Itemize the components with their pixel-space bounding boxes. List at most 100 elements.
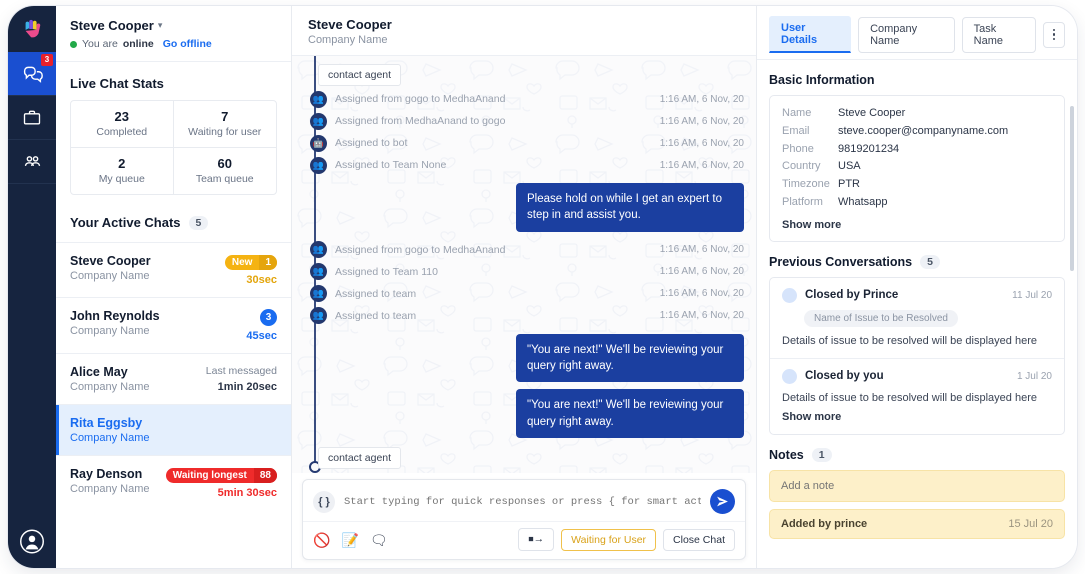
sidebar-item-chats[interactable]: 3 [8,52,56,96]
curly-braces-icon[interactable]: { } [313,490,335,513]
message-bubble: "You are next!" We'll be reviewing your … [516,389,744,438]
tab-company-name[interactable]: Company Name [858,16,955,53]
chat-time: 5min 30sec [217,487,277,499]
event-text: Assigned to team [335,287,417,300]
field-value: Steve Cooper [838,107,906,119]
close-chat-button[interactable]: Close Chat [663,528,735,551]
no-entry-icon[interactable]: 🚫 [313,533,330,547]
add-note-input[interactable] [769,469,1065,502]
event-text: Assigned to Team None [335,159,447,171]
avatar [782,287,797,303]
message-row: "You are next!" We'll be reviewing your … [304,333,744,383]
status-badge: Waiting longest 88 [165,468,277,483]
chat-time: 30sec [246,274,277,286]
page-title: Steve Cooper [308,17,392,32]
stat-value: 23 [114,109,129,124]
conversation-header: Closed by you 1 Jul 20 [782,368,1052,384]
event-text: Assigned to team [335,309,417,322]
agent-profile[interactable]: Steve Cooper ▾ You are online Go offline [56,6,291,62]
chevron-down-icon[interactable]: ▾ [158,20,163,31]
stat-team-queue: 60 Team queue [174,148,277,194]
list-item[interactable]: Ray Denson Company Name Waiting longest … [56,455,291,510]
assign-people-icon: 👥 [310,285,327,303]
go-offline-link[interactable]: Go offline [163,38,212,50]
previous-show-more-link[interactable]: Show more [782,411,1052,423]
speech-bubble-icon[interactable]: 🗨 [370,533,388,547]
details-panel: User Details Company Name Task Name Basi… [757,6,1077,568]
list-item[interactable]: Closed by you 1 Jul 20 Details of issue … [770,359,1064,434]
transcript[interactable]: contact agent 👥 Assigned from gogo to Me… [292,56,756,473]
sidebar-item-cases[interactable] [8,96,56,140]
event-time: 1:16 AM, 6 Nov, 20 [659,159,744,171]
tab-task-name[interactable]: Task Name [961,16,1036,53]
chat-name: Alice May [70,365,128,379]
chat-name: Rita Eggsby [70,416,143,430]
chat-meta: Alice May Company Name [70,365,149,393]
chat-company: Company Name [70,432,150,444]
chat-company: Company Name [70,270,150,282]
chat-status: Waiting longest 88 5min 30sec [165,467,277,499]
agent-name-row[interactable]: Steve Cooper ▾ [70,18,277,33]
conversation-company: Company Name [308,34,388,46]
list-item[interactable]: John Reynolds Company Name 3 45sec [56,297,291,353]
transfer-chat-button[interactable]: ⏹→ [518,528,555,551]
assign-people-icon: 👥 [310,112,327,130]
more-vertical-icon[interactable] [1042,21,1065,48]
details-scrollbar[interactable] [1070,106,1074,271]
message-bubble: Please hold on while I get an expert to … [516,183,744,232]
waiting-for-user-button[interactable]: Waiting for User [561,528,657,551]
status-badge: New 1 [224,255,277,270]
app-logo[interactable] [8,6,56,52]
list-item-selected[interactable]: Rita Eggsby Company Name [56,404,291,455]
notepad-icon[interactable]: 📝 [341,533,358,547]
send-button[interactable] [710,489,735,514]
chats-badge: 3 [41,54,53,66]
field-value: steve.cooper@companyname.com [838,124,1009,137]
stat-label: My queue [98,173,145,185]
live-chat-stats: 23 Completed 7 Waiting for user 2 My que… [70,100,277,195]
list-item[interactable]: Steve Cooper Company Name New 1 30sec [56,242,291,297]
section-title: Basic Information [769,73,875,87]
badge-label: New [231,257,253,268]
conversation-title: Closed by you [805,370,884,383]
chat-meta: Steve Cooper Company Name [70,254,151,282]
note-item: Added by prince 15 Jul 20 [769,508,1065,539]
status-badge: online [122,38,154,50]
event-time: 1:16 AM, 6 Nov, 20 [659,93,744,105]
chat-list[interactable]: Steve Cooper Company Name New 1 30sec Jo… [56,242,291,568]
stat-value: 60 [217,156,232,171]
basic-show-more-link[interactable]: Show more [782,219,1052,231]
composer-toolbar: 🚫 📝 🗨 ⏹→ Waiting for User Close Chat [303,521,745,559]
chat-meta: John Reynolds Company Name [70,309,160,337]
event-text: Assigned to bot [335,137,408,149]
sidebar-item-contacts[interactable] [8,140,56,184]
last-messaged-label: Last messaged [205,365,277,377]
conversation-description: Details of issue to be resolved will be … [782,334,1037,347]
tab-user-details[interactable]: User Details [769,16,852,53]
assign-people-icon: 👥 [310,241,327,259]
list-item[interactable]: Alice May Company Name Last messaged 1mi… [56,353,291,404]
message-input[interactable] [344,495,701,508]
badge-label: Waiting longest [172,470,247,481]
field-value: USA [838,160,861,173]
event-time: 1:16 AM, 6 Nov, 20 [659,244,744,256]
chat-name: Ray Denson [70,467,143,481]
assign-people-icon: 👥 [310,156,327,174]
chat-status: Last messaged 1min 20sec [206,365,277,393]
details-tabs: User Details Company Name Task Name [757,6,1077,53]
active-chats-title: Your Active Chats [70,215,181,230]
status-prefix: You are [82,38,118,50]
briefcase-icon [23,110,41,124]
event-row: 👥 Assigned to team 1:16 AM, 6 Nov, 20 [304,305,744,327]
bot-icon: 🤖 [310,134,327,152]
list-item[interactable]: Closed by Prince 11 Jul 20 Name of Issue… [770,278,1064,359]
field-label: Phone [782,142,814,155]
tag-contact-agent-top[interactable]: contact agent [318,64,402,86]
field-label: Platform [782,196,823,209]
avatar[interactable] [19,528,46,558]
stat-waiting-for-user: 7 Waiting for user [173,101,276,148]
avatar [782,368,797,384]
field-row: Name Steve Cooper [782,105,1052,123]
tag-contact-agent-bottom[interactable]: contact agent [318,446,402,469]
unread-count-badge: 3 [260,309,277,326]
